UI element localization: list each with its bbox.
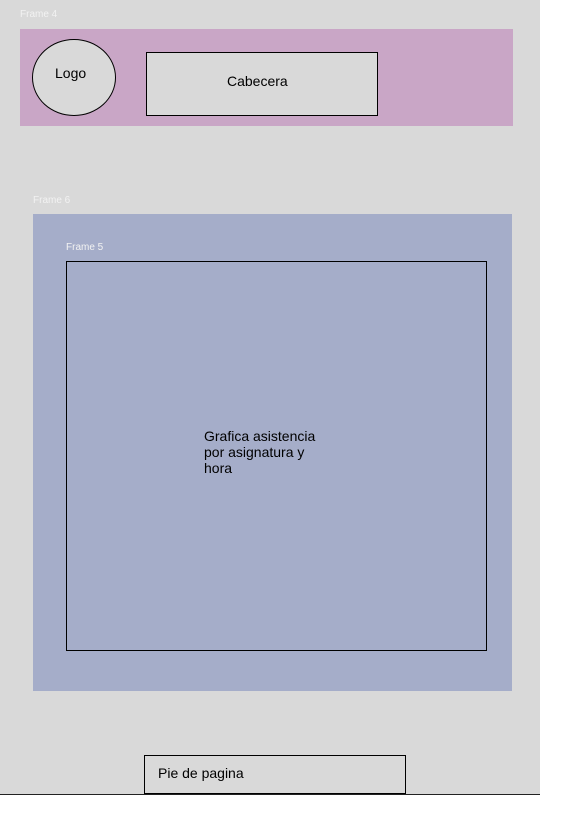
frame-4-label: Frame 4 — [20, 9, 58, 20]
chart-placeholder-line-3: hora — [204, 460, 233, 476]
footer-label: Pie de pagina — [158, 765, 244, 781]
logo-label: Logo — [55, 65, 87, 81]
header-title-label: Cabecera — [227, 73, 288, 89]
chart-placeholder-label: Grafica asistencia por asignatura y hora — [204, 428, 344, 476]
chart-placeholder-line-1: Grafica asistencia — [204, 428, 316, 444]
frame-5-label: Frame 5 — [66, 242, 104, 253]
canvas-bottom-divider — [0, 794, 540, 795]
frame-6-label: Frame 6 — [33, 195, 71, 206]
chart-placeholder-line-2: por asignatura y — [204, 444, 305, 460]
